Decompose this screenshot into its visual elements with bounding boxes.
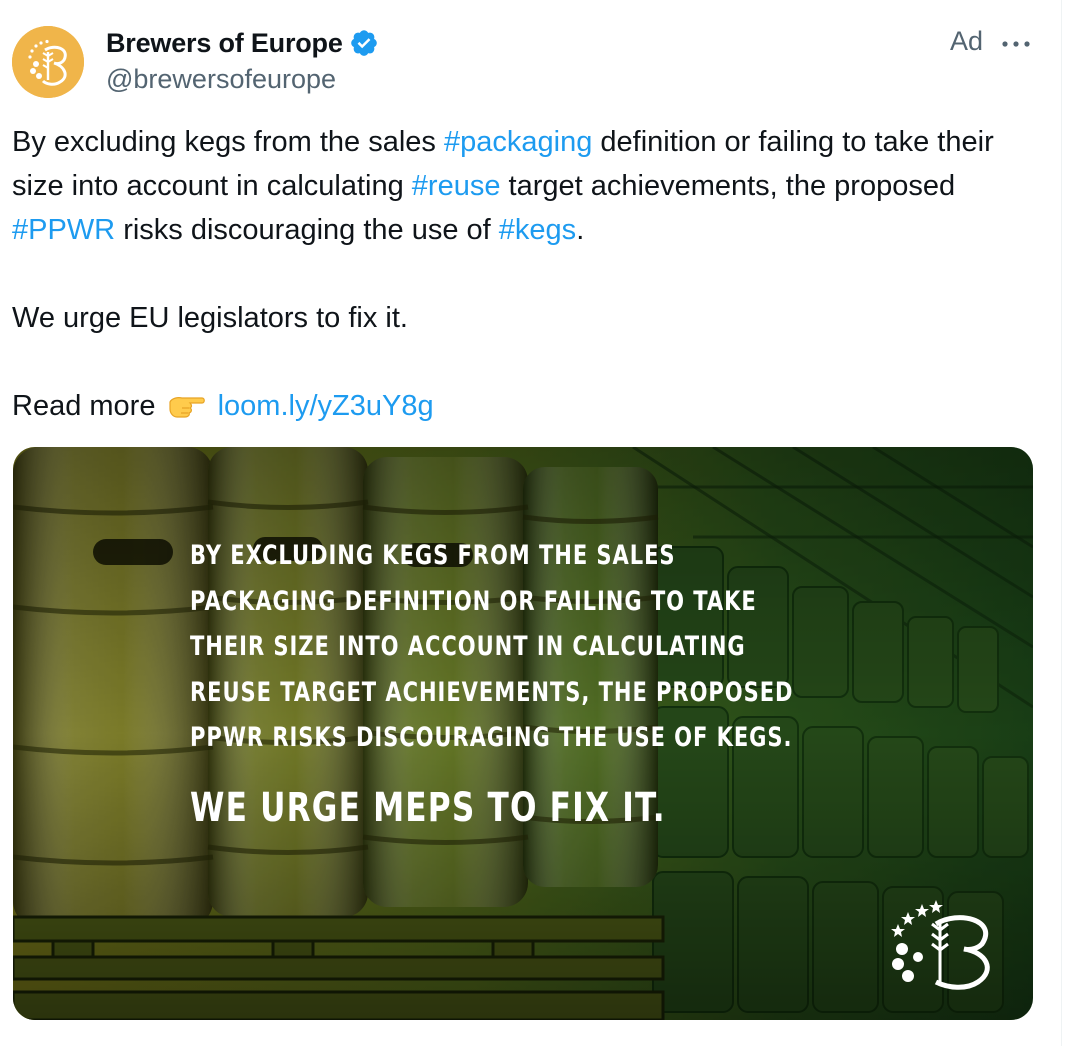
display-name[interactable]: Brewers of Europe [106, 28, 343, 59]
hashtag-reuse-link[interactable]: #reuse [412, 170, 501, 202]
tweet-paragraph-3: Read more loom.ly/yZ3uY8g [12, 384, 1042, 428]
tweet-paragraph-1: By excluding kegs from the sales #packag… [12, 120, 1042, 252]
tweet-header: Brewers of Europe @brewersofeurope [106, 24, 1032, 95]
text-segment: target achievements, the proposed [500, 170, 956, 202]
timeline-divider [1061, 0, 1062, 1046]
hashtag-kegs-link[interactable]: #kegs [499, 214, 576, 246]
name-row: Brewers of Europe [106, 24, 1032, 62]
more-options-button[interactable] [998, 30, 1034, 58]
media-headline: By excluding kegs from the sales packagi… [190, 540, 794, 753]
hashtag-packaging-link[interactable]: #packaging [444, 126, 592, 158]
handle[interactable]: @brewersofeurope [106, 64, 1032, 95]
tweet-paragraph-2: We urge EU legislators to fix it. [12, 302, 408, 334]
tweet-text: By excluding kegs from the sales #packag… [12, 120, 1042, 428]
media-image[interactable]: By excluding kegs from the sales packagi… [13, 447, 1033, 1020]
read-more-text: Read more [12, 390, 156, 422]
text-segment: By excluding kegs from the sales [12, 126, 444, 158]
avatar[interactable] [12, 26, 84, 98]
brewers-of-europe-logo-icon [12, 26, 84, 98]
read-more-link[interactable]: loom.ly/yZ3uY8g [218, 390, 434, 422]
ellipsis-icon [1002, 41, 1030, 47]
media-overlay-text: By excluding kegs from the sales packagi… [190, 533, 950, 831]
media-call-to-action: We urge MEPs to fix it. [190, 784, 666, 831]
text-segment: risks discouraging the use of [115, 214, 499, 246]
brewers-of-europe-logo-icon [878, 894, 1003, 999]
backhand-index-pointing-right-icon [168, 388, 206, 418]
text-segment: . [576, 214, 585, 246]
hashtag-ppwr-link[interactable]: #PPWR [12, 214, 115, 246]
ad-label: Ad [950, 26, 984, 56]
verified-badge-icon [349, 28, 379, 58]
